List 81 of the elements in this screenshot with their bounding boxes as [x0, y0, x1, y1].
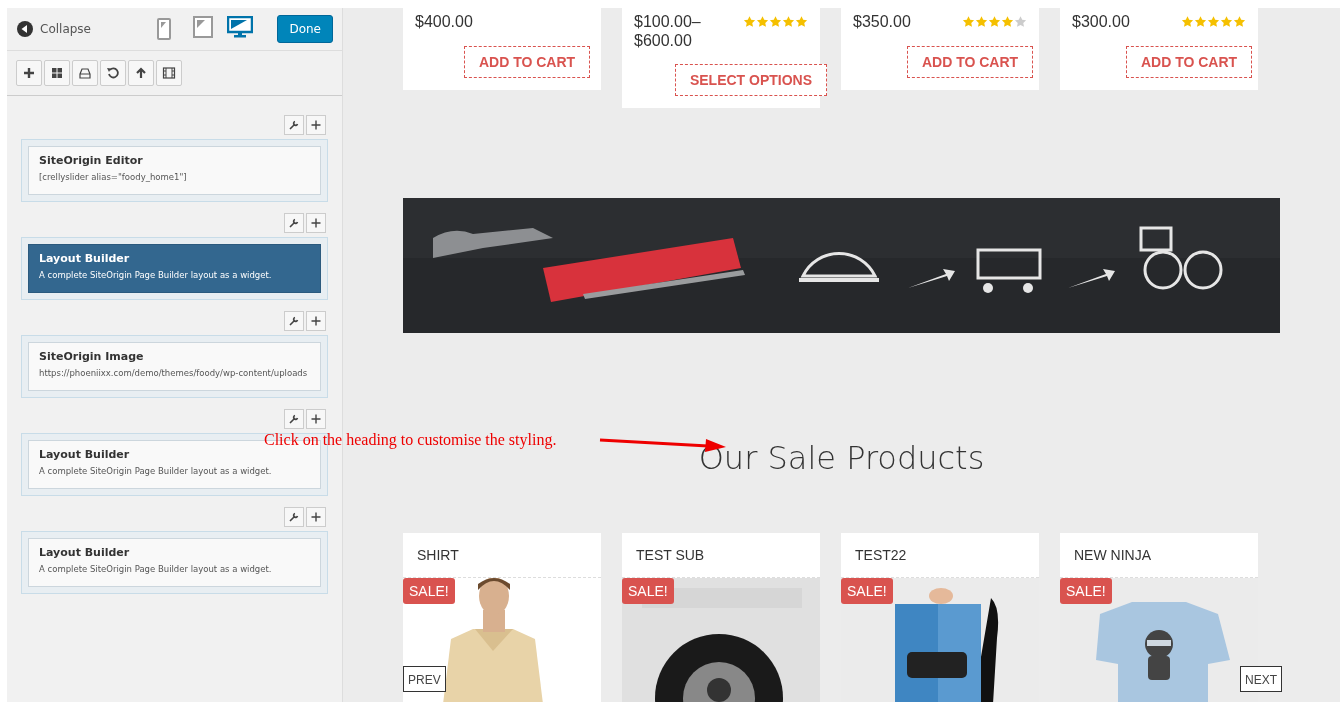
move-button[interactable] [306, 409, 326, 429]
move-icon [311, 316, 321, 326]
widget-title: Layout Builder [39, 448, 131, 461]
product-price: $350.00 [853, 12, 912, 31]
widget-card[interactable]: Layout Builder A complete SiteOrigin Page Builder layout as a widget. [28, 538, 321, 587]
product-price: $400.00 [415, 12, 474, 31]
sale-badge: SALE! [1060, 578, 1112, 604]
widget-title: Layout Builder [39, 252, 131, 265]
wrench-button[interactable] [284, 213, 304, 233]
widget-description: A complete SiteOrigin Page Builder layout as a widget. [39, 466, 273, 476]
grid-icon [50, 66, 64, 80]
done-button[interactable]: Done [277, 15, 333, 43]
product-price: $300.00 [1072, 12, 1131, 31]
add-icon [22, 66, 36, 80]
up-arrow-icon [134, 66, 148, 80]
collapse-button[interactable]: Collapse [17, 21, 91, 37]
wrench-button[interactable] [284, 507, 304, 527]
cart-button[interactable]: ADD TO CART [1125, 46, 1253, 78]
star-icon [769, 15, 782, 28]
widget-title: Layout Builder [39, 546, 131, 559]
wrench-button[interactable] [284, 115, 304, 135]
next-button[interactable]: NEXT [1240, 666, 1282, 692]
prev-button[interactable]: PREV [403, 666, 446, 692]
move-button[interactable] [306, 115, 326, 135]
wrench-icon [289, 218, 299, 228]
star-icon [988, 15, 1001, 28]
star-icon [1194, 15, 1207, 28]
product-name[interactable]: TEST22 [841, 533, 1039, 578]
toolbar-button[interactable] [44, 60, 70, 86]
product-name[interactable]: SHIRT [403, 533, 601, 578]
sale-badge: SALE! [403, 578, 455, 604]
move-icon [311, 120, 321, 130]
wrench-icon [289, 512, 299, 522]
move-icon [311, 218, 321, 228]
widget-description: https://phoeniixx.com/demo/themes/foody/wp-content/uploads [39, 368, 309, 378]
widget-description: A complete SiteOrigin Page Builder layout as a widget. [39, 270, 273, 280]
widget-card[interactable]: SiteOrigin Image https://phoeniixx.com/demo/themes/foody/wp-content/uploads [28, 342, 321, 391]
film-icon [162, 66, 176, 80]
star-icon [1014, 15, 1027, 28]
star-icon [1220, 15, 1233, 28]
product-price: $100.00–$600.00 [634, 12, 702, 50]
star-icon [962, 15, 975, 28]
move-button[interactable] [306, 311, 326, 331]
toolbar-button[interactable] [156, 60, 182, 86]
widget-card[interactable]: Layout Builder A complete SiteOrigin Page Builder layout as a widget. [28, 244, 321, 293]
wrench-button[interactable] [284, 311, 304, 331]
star-icon [1181, 15, 1194, 28]
wrench-button[interactable] [284, 409, 304, 429]
widget-description: A complete SiteOrigin Page Builder layout as a widget. [39, 564, 273, 574]
star-icon [756, 15, 769, 28]
move-button[interactable] [306, 507, 326, 527]
star-icon [795, 15, 808, 28]
drawer-icon [78, 66, 92, 80]
toolbar-button[interactable] [128, 60, 154, 86]
product-name[interactable]: NEW NINJA [1060, 533, 1258, 578]
move-button[interactable] [306, 213, 326, 233]
wrench-icon [289, 414, 299, 424]
widget-title: SiteOrigin Editor [39, 154, 144, 167]
star-icon [1207, 15, 1220, 28]
sale-badge: SALE! [622, 578, 674, 604]
star-icon [743, 15, 756, 28]
undo-icon [106, 66, 120, 80]
widget-title: SiteOrigin Image [39, 350, 145, 363]
cart-button[interactable]: ADD TO CART [906, 46, 1034, 78]
product-name[interactable]: TEST SUB [622, 533, 820, 578]
cart-button[interactable]: SELECT OPTIONS [674, 64, 828, 96]
star-icon [1233, 15, 1246, 28]
toolbar-button[interactable] [16, 60, 42, 86]
wrench-icon [289, 316, 299, 326]
sale-badge: SALE! [841, 578, 893, 604]
toolbar-button[interactable] [100, 60, 126, 86]
star-icon [1001, 15, 1014, 28]
star-icon [975, 15, 988, 28]
move-icon [311, 512, 321, 522]
widget-description: [crellyslider alias="foody_home1"] [39, 172, 188, 182]
star-icon [782, 15, 795, 28]
collapse-icon [17, 21, 33, 37]
wrench-icon [289, 120, 299, 130]
widget-card[interactable]: SiteOrigin Editor [crellyslider alias="foody_home1"] [28, 146, 321, 195]
cart-button[interactable]: ADD TO CART [463, 46, 591, 78]
move-icon [311, 414, 321, 424]
